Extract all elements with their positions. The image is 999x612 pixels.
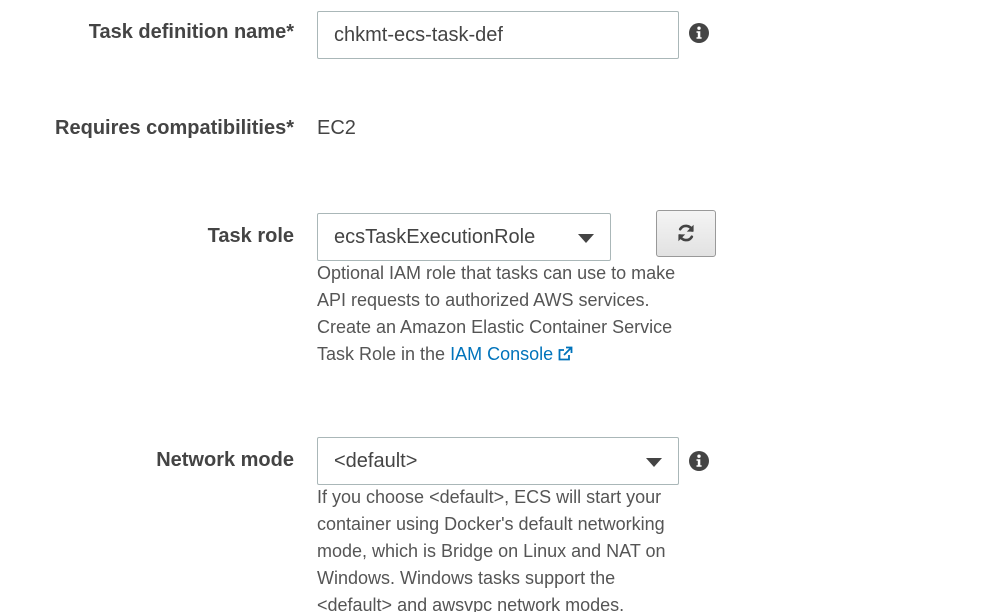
network-mode-select[interactable]: <default> [317,437,679,485]
task-role-label: Task role [207,225,294,247]
task-role-help-line: Create an Amazon Elastic Container Servi… [317,317,673,337]
requires-compatibilities-value: EC2 [317,117,356,139]
network-mode-help-line: Windows. Windows tasks support the [317,568,616,588]
network-mode-help-line: <default> and awsvpc network modes. [317,595,625,612]
caret-down-icon [646,458,662,467]
network-mode-help-line: container using Docker's default network… [317,514,665,534]
task-role-help: Optional IAM role that tasks can use to … [317,260,689,368]
iam-console-link[interactable]: IAM Console [450,344,573,364]
network-mode-selected-value: <default> [334,450,418,472]
task-definition-name-input[interactable] [317,11,679,59]
requires-compatibilities-label: Requires compatibilities* [55,117,294,139]
task-role-selected-value: ecsTaskExecutionRole [334,226,536,248]
task-role-select[interactable]: ecsTaskExecutionRole [317,213,611,261]
iam-console-link-text: IAM Console [450,344,554,364]
task-role-help-prefix: Task Role in the [317,344,446,364]
task-definition-name-label: Task definition name* [88,21,294,43]
network-mode-help-line: If you choose <default>, ECS will start … [317,487,662,507]
network-mode-label: Network mode [156,449,294,471]
network-mode-help: If you choose <default>, ECS will start … [317,484,689,612]
caret-down-icon [578,234,594,243]
info-icon[interactable] [689,23,709,43]
external-link-icon [558,346,573,361]
refresh-icon [678,224,694,242]
task-role-help-line: Task Role in the IAM Console [317,341,689,368]
info-icon[interactable] [689,451,709,471]
task-definition-form: Task definition name* Requires compatibi… [0,0,999,612]
refresh-button[interactable] [656,210,716,257]
task-role-help-line: Optional IAM role that tasks can use to … [317,263,676,283]
network-mode-help-line: mode, which is Bridge on Linux and NAT o… [317,541,666,561]
task-role-help-line: API requests to authorized AWS services. [317,290,650,310]
